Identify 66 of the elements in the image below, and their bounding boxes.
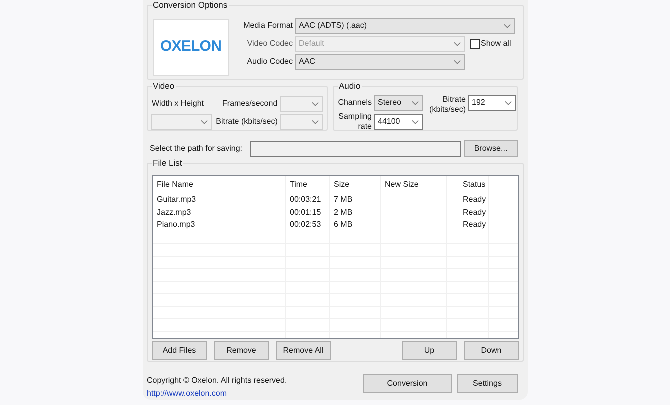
field-label: Frames/second xyxy=(222,99,278,109)
chevron-down-icon xyxy=(312,120,320,124)
copyright-text: Copyright © Oxelon. All rights reserved. xyxy=(147,375,288,387)
chevron-down-icon xyxy=(504,24,511,28)
table-cell: 00:03:21 xyxy=(286,194,330,206)
table-cell: 00:01:15 xyxy=(286,206,330,219)
dropdown-value: AAC xyxy=(299,56,316,68)
chevron-down-icon xyxy=(412,100,419,106)
field-label: Bitrate (kbits/sec) xyxy=(428,95,466,115)
table-cell: Jazz.mp3 xyxy=(153,206,286,219)
dropdown-value: AAC (ADTS) (.aac) xyxy=(299,20,368,32)
field-label: Media Format xyxy=(242,21,293,31)
dropdown-value: Default xyxy=(299,38,324,50)
dropdown[interactable]: AAC xyxy=(295,54,465,70)
chevron-down-icon xyxy=(312,102,319,106)
field-label: Select the path for saving: xyxy=(150,144,244,154)
dropdown-value: Stereo xyxy=(378,97,402,109)
table-cell: Piano.mp3 xyxy=(153,219,286,232)
dropdown[interactable]: AAC (ADTS) (.aac) xyxy=(295,18,515,34)
dropdown[interactable]: 192 xyxy=(468,95,516,111)
checkbox[interactable] xyxy=(470,39,480,49)
dropdown[interactable]: Stereo xyxy=(374,95,423,111)
table-cell: Ready xyxy=(447,219,489,232)
column-header[interactable]: File Name xyxy=(153,176,286,194)
file-list[interactable]: File Name Time Size New Size Status Guitar.mp3 00:03:21 7 MB Ready Jazz.mp3 00:01:15 2 MB Ready Piano.mp3 00:02:53 6 MB Ready xyxy=(152,175,519,339)
column-header[interactable]: Status xyxy=(447,176,489,194)
field-label: Video Codec xyxy=(246,39,293,49)
table-cell: Ready xyxy=(447,206,489,219)
table-cell: 2 MB xyxy=(330,206,381,219)
path-field[interactable] xyxy=(250,140,461,156)
chevron-down-icon xyxy=(454,60,461,64)
dropdown-value: 192 xyxy=(472,97,486,109)
field-label: Bitrate (kbits/sec) xyxy=(215,117,278,127)
group-title: Audio xyxy=(338,81,362,91)
list-button[interactable]: Remove xyxy=(214,341,269,360)
chevron-down-icon xyxy=(200,120,208,124)
table-cell: 00:02:53 xyxy=(286,219,330,232)
table-cell: Ready xyxy=(447,194,489,206)
group-title: Video xyxy=(152,81,176,91)
chevron-down-icon xyxy=(454,42,461,46)
list-button[interactable]: Add Files xyxy=(152,341,207,360)
table-cell: Guitar.mp3 xyxy=(153,194,286,206)
chevron-down-icon xyxy=(412,120,419,124)
field-label: Channels xyxy=(337,98,372,108)
column-header[interactable]: Size xyxy=(330,176,381,194)
column-header[interactable]: New Size xyxy=(381,176,447,194)
group-title: Conversion Options xyxy=(152,0,229,10)
logo-text: OXELON xyxy=(160,37,222,58)
field-label: Width x Height xyxy=(152,99,206,109)
field-label: Sampling rate xyxy=(338,112,372,132)
column-header[interactable]: Time xyxy=(286,176,330,194)
field-label: Audio Codec xyxy=(246,57,293,67)
dropdown[interactable]: 44100 xyxy=(374,114,423,130)
footer-button[interactable]: Conversion xyxy=(363,374,452,393)
list-button[interactable]: Down xyxy=(464,341,519,360)
table-cell: 7 MB xyxy=(330,194,381,206)
table-cell: 6 MB xyxy=(330,219,381,232)
dropdown-value: 44100 xyxy=(378,116,400,128)
list-button[interactable]: Up xyxy=(402,341,457,360)
checkbox-label[interactable]: Show all xyxy=(481,38,512,50)
website-link[interactable]: http://www.oxelon.com xyxy=(147,387,363,400)
footer-button[interactable]: Settings xyxy=(457,374,518,393)
chevron-down-icon xyxy=(505,100,512,106)
list-button[interactable]: Remove All xyxy=(276,341,331,360)
group-title: File List xyxy=(152,158,184,168)
browse-button[interactable]: Browse... xyxy=(464,140,518,157)
